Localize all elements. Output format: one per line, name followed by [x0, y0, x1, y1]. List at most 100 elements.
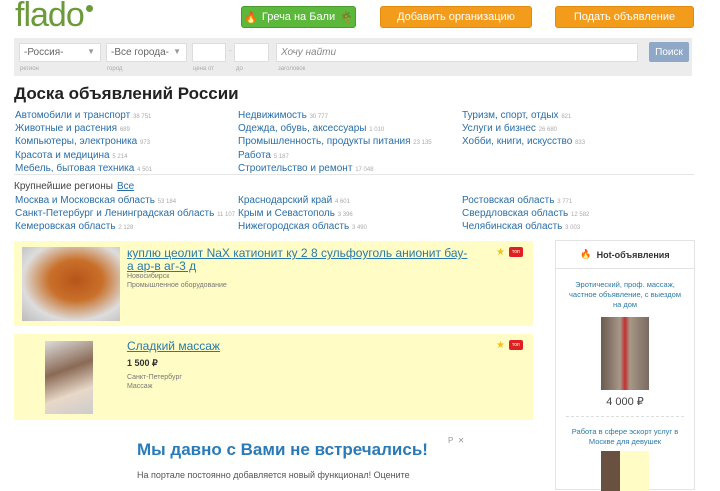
- search-button[interactable]: Поиск: [649, 42, 689, 62]
- region-name: Ростовская область: [462, 195, 555, 206]
- region-name: Санкт-Петербург и Ленинградская область: [15, 208, 215, 220]
- logo[interactable]: flado: [15, 0, 93, 35]
- ad-mark: P: [448, 436, 454, 445]
- region-link[interactable]: Ростовская область 3 771: [462, 195, 589, 208]
- all-regions-link[interactable]: Все: [117, 181, 134, 192]
- category-count: 1 010: [369, 127, 385, 134]
- star-icon[interactable]: ★: [496, 247, 505, 258]
- category-count: 689: [119, 127, 130, 134]
- category-name: Животные и растения: [15, 123, 118, 135]
- region-name: Крым и Севастополь: [238, 208, 335, 220]
- hot-ad-title[interactable]: Работа в сфере эскорт услуг в Москве для…: [556, 427, 694, 447]
- category-count: 4 501: [137, 166, 153, 173]
- category-link[interactable]: Промышленность, продукты питания 23 135: [238, 136, 432, 149]
- category-count: 26 680: [538, 127, 558, 134]
- star-icon[interactable]: ★: [496, 340, 505, 351]
- banner-heading: Мы давно с Вами не встречались!: [137, 440, 428, 459]
- ad-image[interactable]: [22, 247, 120, 321]
- price-to-label: до: [236, 66, 243, 72]
- category-link[interactable]: Автомобили и транспорт 38 751: [15, 110, 152, 123]
- category-count: 38 751: [133, 114, 152, 120]
- ad-price: 1 500 ₽: [127, 358, 158, 368]
- promo-button[interactable]: 🔥 Греча на Бали 🌴: [241, 6, 356, 28]
- category-count: 973: [140, 140, 151, 147]
- hot-ad-price: 4 000 ₽: [606, 396, 644, 408]
- hot-ad-image[interactable]: [601, 317, 649, 390]
- category-link[interactable]: Красота и медицина 5 214: [15, 150, 152, 163]
- region-link[interactable]: Свердловская область 12 582: [462, 208, 589, 221]
- category-link[interactable]: Туризм, спорт, отдых 821: [462, 110, 585, 123]
- category-name: Услуги и бизнес: [462, 123, 536, 135]
- hot-ad-image[interactable]: [601, 451, 649, 491]
- category-count: 833: [575, 140, 586, 147]
- query-input[interactable]: Хочу найти: [276, 43, 638, 62]
- region-link[interactable]: Москва и Московская область 53 184: [15, 195, 235, 208]
- region-link[interactable]: Кемеровская область 2 128: [15, 221, 235, 234]
- price-to-input[interactable]: [234, 43, 269, 62]
- category-link[interactable]: Недвижимость 30 777: [238, 110, 432, 123]
- top-badge: топ: [509, 247, 523, 257]
- region-link[interactable]: Крым и Севастополь 3 396: [238, 208, 367, 221]
- chevron-down-icon: ▼: [173, 47, 181, 56]
- region-select[interactable]: -Россия- ▼: [19, 43, 101, 62]
- region-count: 12 582: [571, 212, 590, 219]
- category-column: Недвижимость 30 777 Одежда, обувь, аксесс…: [238, 110, 432, 176]
- category-link[interactable]: Услуги и бизнес 26 680: [462, 123, 585, 136]
- region-link[interactable]: Краснодарский край 4 601: [238, 195, 367, 208]
- category-column: Туризм, спорт, отдых 821 Услуги и бизнес …: [462, 110, 585, 150]
- region-count: 11 107: [217, 212, 235, 219]
- category-link[interactable]: Одежда, обувь, аксессуары 1 010: [238, 123, 432, 136]
- category-count: 23 135: [413, 140, 432, 147]
- category-name: Строительство и ремонт: [238, 162, 353, 174]
- category-count: 30 777: [309, 114, 328, 120]
- category-link[interactable]: Животные и растения 689: [15, 123, 152, 136]
- category-link[interactable]: Хобби, книги, искусство 833: [462, 136, 585, 149]
- banner-controls: P ✕: [448, 436, 465, 445]
- ad-title[interactable]: куплю цеолит NaX катионит ку 2 8 сульфоу…: [127, 247, 472, 273]
- ad-category: Промышленное оборудование: [127, 282, 227, 289]
- fire-icon: 🔥: [244, 11, 258, 24]
- region-count: 2 128: [118, 225, 134, 232]
- post-ad-button[interactable]: Подать объявление: [555, 6, 694, 28]
- region-name: Москва и Московская область: [15, 195, 155, 206]
- hot-ads-panel: 🔥 Hot-объявления Эротический, проф. масса…: [555, 240, 695, 491]
- divider: [14, 174, 694, 175]
- category-name: Одежда, обувь, аксессуары: [238, 123, 367, 135]
- category-name: Туризм, спорт, отдых: [462, 110, 559, 121]
- category-name: Компьютеры, электроника: [15, 136, 138, 148]
- city-label: город: [107, 66, 123, 72]
- close-icon[interactable]: ✕: [458, 436, 465, 445]
- region-link[interactable]: Нижегородская область 3 490: [238, 221, 367, 234]
- search-bar: -Россия- ▼ -Все города- ▼ - Хочу найти Пои…: [14, 38, 692, 76]
- category-name: Промышленность, продукты питания: [238, 136, 411, 148]
- category-name: Работа: [238, 149, 271, 161]
- add-organization-button[interactable]: Добавить организацию: [380, 6, 532, 28]
- region-count: 53 184: [157, 199, 177, 205]
- ad-image[interactable]: [45, 341, 93, 414]
- region-link[interactable]: Челябинская область 3 003: [462, 221, 589, 234]
- ad-card[interactable]: Сладкий массаж 1 500 ₽ Санкт-Петербург Ма…: [14, 334, 533, 420]
- region-column: Москва и Московская область 53 184 Санкт-…: [15, 195, 235, 235]
- ad-title[interactable]: Сладкий массаж: [127, 340, 472, 353]
- category-column: Автомобили и транспорт 38 751 Животные и …: [15, 110, 152, 176]
- region-column: Ростовская область 3 771 Свердловская обл…: [462, 195, 589, 235]
- region-link[interactable]: Санкт-Петербург и Ленинградская область …: [15, 208, 235, 221]
- category-link[interactable]: Компьютеры, электроника 973: [15, 136, 152, 149]
- region-count: 3 490: [351, 225, 367, 232]
- category-name: Мебель, бытовая техника: [15, 162, 135, 174]
- chevron-down-icon: ▼: [87, 47, 95, 56]
- category-name: Недвижимость: [238, 110, 307, 121]
- palm-icon: 🌴: [339, 11, 353, 24]
- ad-card[interactable]: куплю цеолит NaX катионит ку 2 8 сульфоу…: [14, 241, 533, 326]
- category-count: 821: [561, 114, 572, 120]
- ad-city: Санкт-Петербург: [127, 374, 182, 381]
- city-select[interactable]: -Все города- ▼: [106, 43, 187, 62]
- fire-icon: 🔥: [580, 249, 592, 259]
- banner-text: На портале постоянно добавляется новый ф…: [137, 470, 410, 480]
- hot-ad-title[interactable]: Эротический, проф. массаж, частное объяв…: [556, 280, 694, 310]
- price-from-input[interactable]: [192, 43, 226, 62]
- page-title: Доска объявлений России: [14, 84, 239, 103]
- region-count: 3 003: [565, 225, 581, 232]
- category-count: 5 214: [112, 153, 128, 160]
- category-link[interactable]: Работа 5 187: [238, 150, 432, 163]
